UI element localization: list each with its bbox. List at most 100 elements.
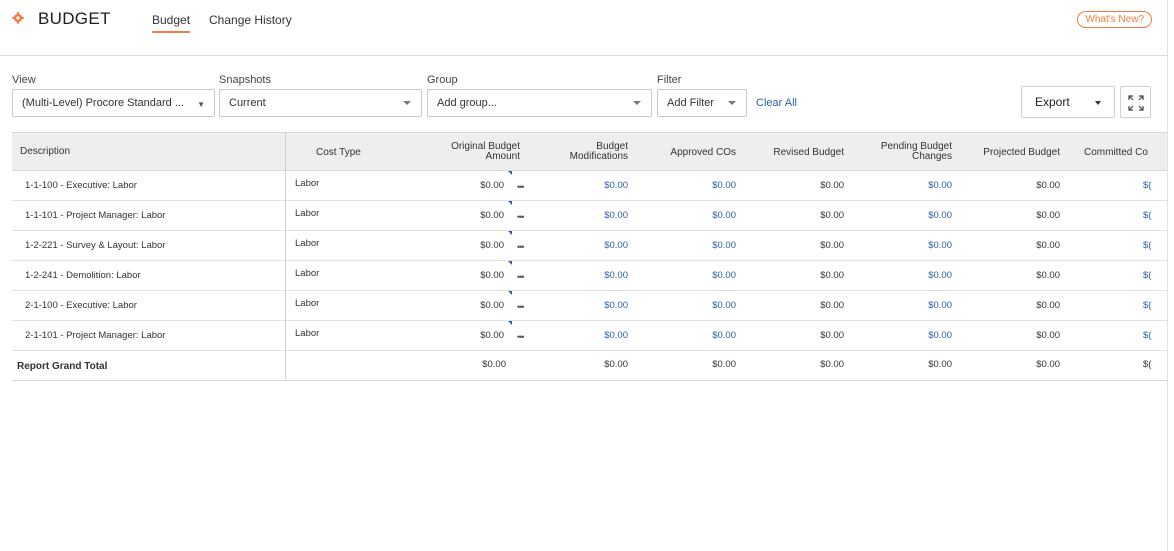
fullscreen-button[interactable] — [1120, 86, 1151, 118]
row-approved-value[interactable]: $0.00 — [640, 301, 736, 311]
more-options-icon[interactable]: ••• — [517, 182, 525, 192]
row-cost-type: Labor — [295, 238, 320, 249]
table-row[interactable]: 1-1-100 - Executive: Labor Labor $0.00 $0.0… — [12, 171, 1167, 201]
row-mods-value[interactable]: $0.00 — [532, 301, 628, 311]
col-projected-budget[interactable]: Projected Budget — [964, 148, 1060, 158]
row-approved-value[interactable]: $0.00 — [640, 271, 736, 281]
row-committed-value[interactable]: $( — [1143, 271, 1151, 281]
table-row[interactable]: 1-2-241 - Demolition: Labor Labor $0.00 $0.… — [12, 261, 1167, 291]
table-row[interactable]: 1-1-101 - Project Manager: Labor Labor $0.… — [12, 201, 1167, 231]
more-options-icon[interactable]: ••• — [517, 332, 525, 342]
row-description: 1-1-100 - Executive: Labor — [25, 180, 137, 191]
comment-flag-icon — [508, 201, 512, 205]
row-projected-value: $0.00 — [1036, 330, 1060, 341]
table-row[interactable]: 1-2-221 - Survey & Layout: Labor Labor $0.… — [12, 231, 1167, 261]
comment-flag-icon — [508, 321, 512, 325]
clear-all-link[interactable]: Clear All — [756, 97, 797, 109]
col-original-budget-line2: Amount — [485, 151, 520, 162]
row-revised-value: $0.00 — [820, 180, 844, 191]
table-header: Description Cost Type Original Budget Am… — [12, 132, 1167, 171]
row-approved-value[interactable]: $0.00 — [640, 211, 736, 221]
add-filter-select[interactable]: Add Filter — [657, 89, 747, 117]
row-description: 2-1-100 - Executive: Labor — [25, 300, 137, 311]
page-title: BUDGET — [38, 9, 111, 28]
row-mods-value[interactable]: $0.00 — [532, 241, 628, 251]
row-committed-value[interactable]: $( — [1143, 181, 1151, 191]
total-mods-value: $0.00 — [604, 359, 628, 370]
row-pending-value[interactable]: $0.00 — [856, 301, 952, 311]
row-description: 2-1-101 - Project Manager: Labor — [25, 330, 166, 341]
grand-total-row: Report Grand Total $0.00 $0.00 $0.00 $0.00 $0… — [12, 351, 1167, 381]
row-approved-value[interactable]: $0.00 — [640, 181, 736, 191]
row-mods-value[interactable]: $0.00 — [532, 331, 628, 341]
row-projected-value: $0.00 — [1036, 300, 1060, 311]
col-revised-budget[interactable]: Revised Budget — [748, 148, 844, 158]
more-options-icon[interactable]: ••• — [517, 212, 525, 222]
whats-new-button[interactable]: What's New? — [1077, 11, 1152, 28]
export-button[interactable]: Export — [1021, 86, 1115, 118]
group-select-placeholder: Add group... — [437, 97, 497, 109]
gear-icon — [12, 12, 24, 24]
row-pending-value[interactable]: $0.00 — [856, 241, 952, 251]
total-original-value: $0.00 — [482, 359, 506, 370]
row-pending-value[interactable]: $0.00 — [856, 331, 952, 341]
row-original-value: $0.00 — [480, 180, 504, 191]
comment-flag-icon — [508, 231, 512, 235]
row-original-value: $0.00 — [480, 270, 504, 281]
snapshots-select-value: Current — [229, 97, 266, 109]
more-options-icon[interactable]: ••• — [517, 272, 525, 282]
sort-caret-icon: ▼ — [197, 100, 205, 109]
col-budget-mod-line2: Modifications — [569, 151, 628, 162]
group-select[interactable]: Add group... — [427, 89, 652, 117]
col-description[interactable]: Description — [20, 147, 70, 157]
page-header: BUDGET Budget Change History What's New? — [0, 0, 1167, 56]
row-projected-value: $0.00 — [1036, 240, 1060, 251]
row-committed-value[interactable]: $( — [1143, 241, 1151, 251]
row-pending-value[interactable]: $0.00 — [856, 181, 952, 191]
row-mods-value[interactable]: $0.00 — [532, 271, 628, 281]
col-committed-costs[interactable]: Committed Co — [1084, 148, 1148, 158]
row-original-value: $0.00 — [480, 330, 504, 341]
grand-total-label: Report Grand Total — [17, 361, 108, 372]
row-mods-value[interactable]: $0.00 — [532, 211, 628, 221]
table-row[interactable]: 2-1-101 - Project Manager: Labor Labor $0.… — [12, 321, 1167, 351]
tab-change-history[interactable]: Change History — [209, 13, 292, 33]
tab-budget[interactable]: Budget — [152, 13, 191, 33]
row-pending-value[interactable]: $0.00 — [856, 211, 952, 221]
total-approved-value: $0.00 — [712, 359, 736, 370]
row-original-value: $0.00 — [480, 300, 504, 311]
row-revised-value: $0.00 — [820, 240, 844, 251]
comment-flag-icon — [508, 291, 512, 295]
row-approved-value[interactable]: $0.00 — [640, 331, 736, 341]
col-budget-modifications[interactable]: Budget Modifications — [532, 142, 628, 162]
view-select[interactable]: (Multi-Level) Procore Standard ... ▼ — [12, 89, 215, 117]
filter-label: Filter — [657, 74, 682, 86]
row-cost-type: Labor — [295, 298, 320, 309]
row-cost-type: Labor — [295, 268, 320, 279]
more-options-icon[interactable]: ••• — [517, 302, 525, 312]
col-original-budget[interactable]: Original Budget Amount — [422, 142, 520, 162]
row-original-value: $0.00 — [480, 210, 504, 221]
col-pending-budget-changes[interactable]: Pending Budget Changes — [856, 142, 952, 162]
table-row[interactable]: 2-1-100 - Executive: Labor Labor $0.00 $0.0… — [12, 291, 1167, 321]
row-revised-value: $0.00 — [820, 300, 844, 311]
row-projected-value: $0.00 — [1036, 180, 1060, 191]
more-options-icon[interactable]: ••• — [517, 242, 525, 252]
row-approved-value[interactable]: $0.00 — [640, 241, 736, 251]
row-description: 1-2-221 - Survey & Layout: Labor — [25, 240, 166, 251]
row-revised-value: $0.00 — [820, 210, 844, 221]
row-committed-value[interactable]: $( — [1143, 331, 1151, 341]
row-revised-value: $0.00 — [820, 330, 844, 341]
row-pending-value[interactable]: $0.00 — [856, 271, 952, 281]
col-cost-type[interactable]: Cost Type — [316, 148, 361, 158]
row-committed-value[interactable]: $( — [1143, 301, 1151, 311]
row-mods-value[interactable]: $0.00 — [532, 181, 628, 191]
row-cost-type: Labor — [295, 208, 320, 219]
row-committed-value[interactable]: $( — [1143, 211, 1151, 221]
group-label: Group — [427, 74, 458, 86]
chevron-down-icon — [1095, 101, 1101, 105]
col-approved-cos[interactable]: Approved COs — [640, 148, 736, 158]
chevron-down-icon — [728, 101, 736, 105]
snapshots-select[interactable]: Current — [219, 89, 422, 117]
chevron-down-icon — [403, 101, 411, 105]
